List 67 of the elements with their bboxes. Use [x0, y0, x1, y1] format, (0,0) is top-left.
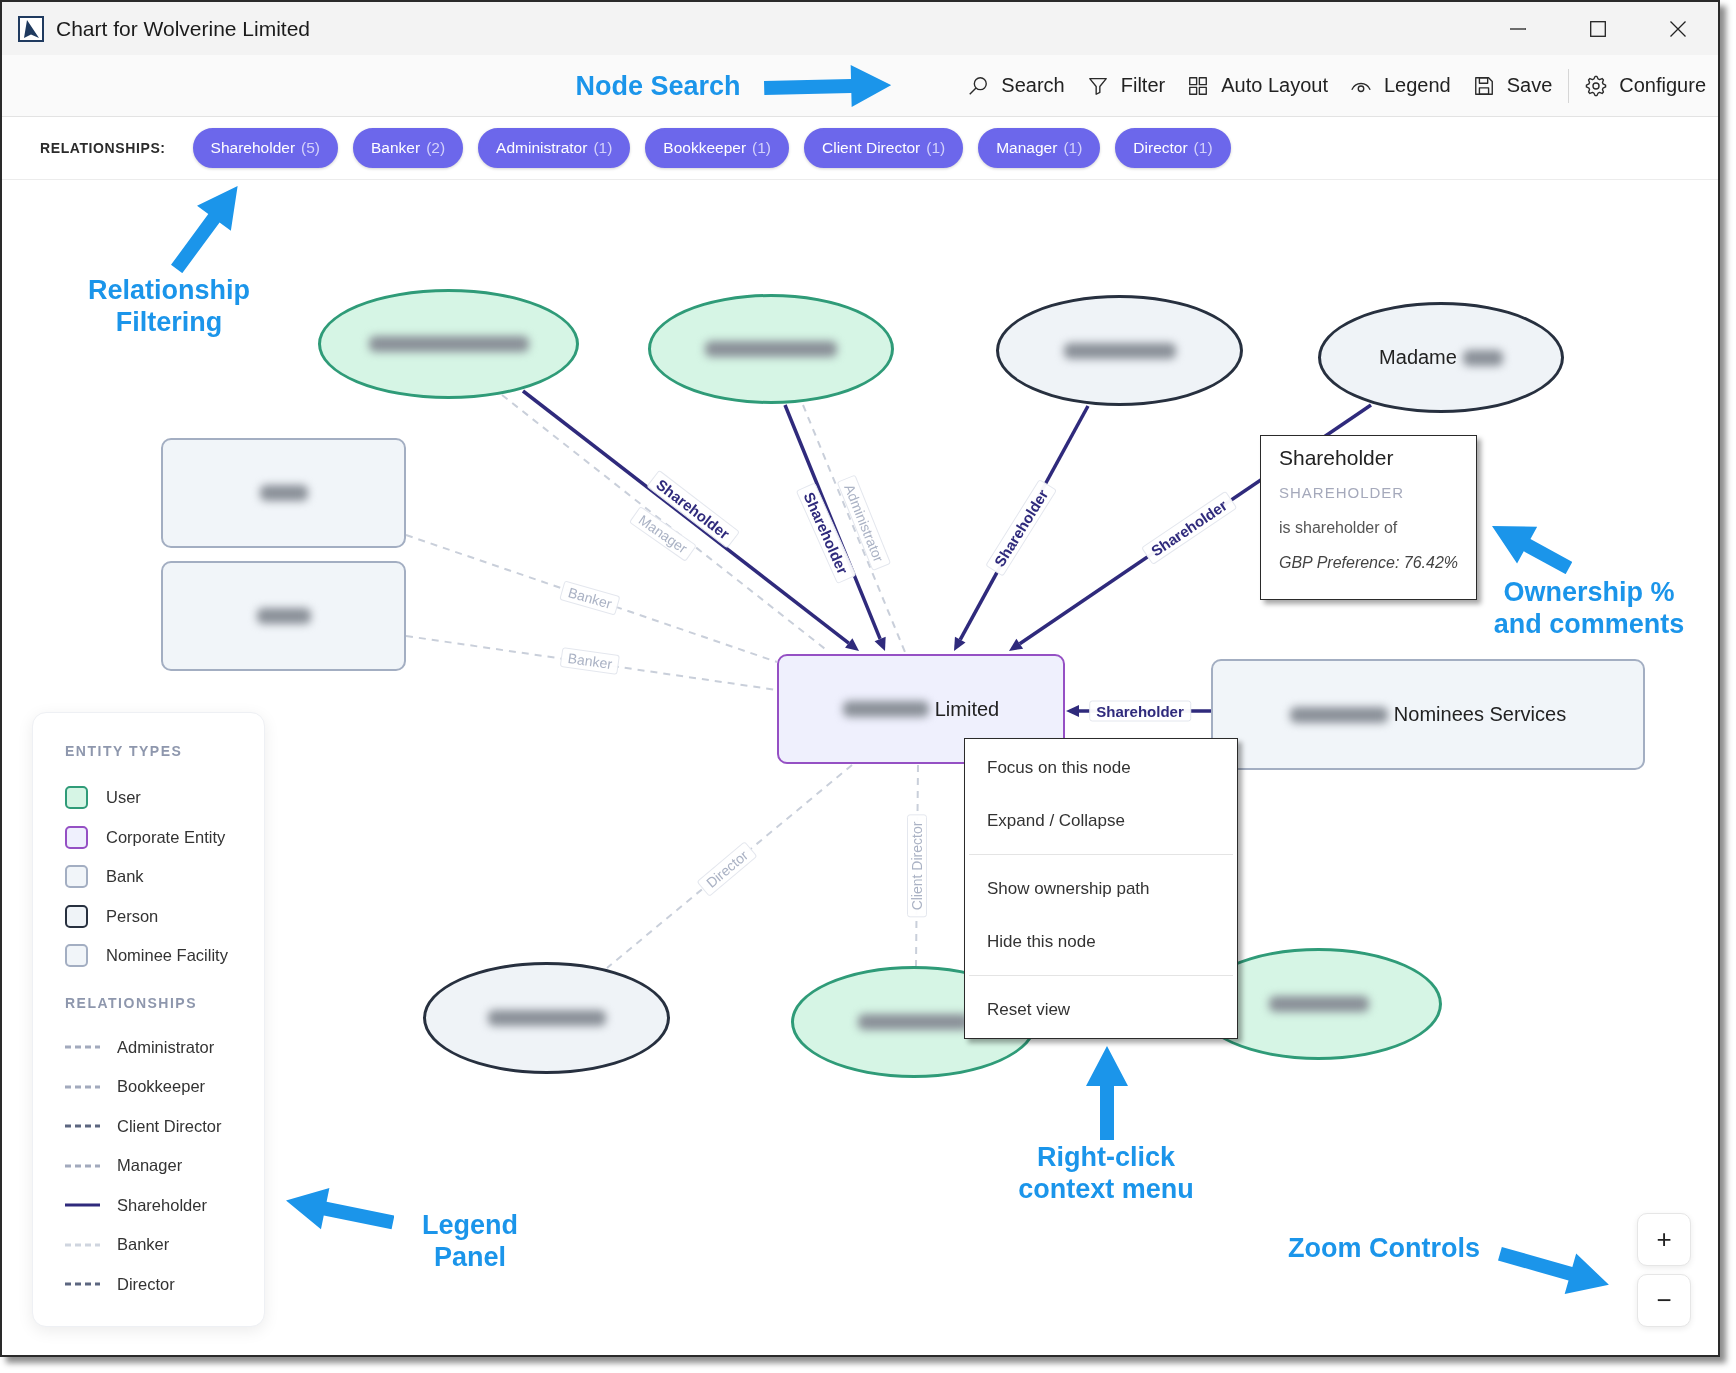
- tooltip-title: Shareholder: [1279, 446, 1395, 470]
- minimize-icon: [1510, 27, 1526, 30]
- filter-chip[interactable]: Administrator (1): [478, 128, 631, 168]
- maximize-icon: [1590, 20, 1606, 37]
- legend-label: Bank: [106, 867, 144, 887]
- bank-node[interactable]: [161, 561, 406, 671]
- save-icon: [1472, 74, 1495, 97]
- tooltip-type: SHAREHOLDER: [1279, 483, 1406, 503]
- callout-label: Relationship Filtering: [88, 274, 250, 338]
- grid-icon: [1187, 74, 1210, 97]
- legend-label: Client Director: [117, 1116, 222, 1136]
- legend-label: Administrator: [117, 1037, 215, 1057]
- legend-label: Bookkeeper: [117, 1077, 206, 1097]
- callout-label: Right-click context menu: [1018, 1141, 1194, 1205]
- zoom-out-button[interactable]: −: [1637, 1274, 1691, 1327]
- edge-label: Client Director: [907, 814, 927, 918]
- legend-label: Banker: [117, 1235, 170, 1255]
- node-label: Madame: [1379, 346, 1457, 369]
- bank-node[interactable]: [161, 438, 406, 548]
- blurred-text: [259, 485, 308, 501]
- filter-chip[interactable]: Manager (1): [978, 128, 1101, 168]
- tooltip-description: is shareholder of: [1279, 518, 1399, 538]
- close-icon: [1670, 20, 1686, 37]
- callout-label: Node Search: [575, 70, 741, 102]
- search-button[interactable]: Search: [967, 74, 1065, 97]
- node-label: Nominees Services: [1393, 703, 1567, 726]
- legend-button[interactable]: Legend: [1349, 74, 1451, 97]
- legend-label: Manager: [117, 1156, 183, 1176]
- blurred-text: [1462, 349, 1503, 366]
- edge-label: Banker: [559, 647, 621, 675]
- callout-label: Zoom Controls: [1288, 1232, 1480, 1264]
- legend-label: Shareholder: [117, 1195, 207, 1215]
- settings-icon: [1585, 74, 1608, 97]
- layout-button[interactable]: Auto Layout: [1187, 74, 1328, 97]
- filter-button[interactable]: Filter: [1086, 74, 1166, 97]
- filter-chip[interactable]: Client Director (1): [804, 128, 964, 168]
- filter-chip[interactable]: Banker (2): [353, 128, 464, 168]
- zoom-in-button[interactable]: +: [1637, 1213, 1691, 1266]
- edge-label: Banker: [559, 580, 621, 616]
- menu-item[interactable]: Expand / Collapse: [965, 794, 1237, 847]
- legend-label: Corporate Entity: [106, 827, 226, 847]
- search-icon: [967, 74, 990, 97]
- configure-button[interactable]: Configure: [1585, 74, 1706, 97]
- legend-label: Nominee Facility: [106, 946, 228, 966]
- callout-label: Legend Panel: [422, 1209, 518, 1273]
- legend-label: User: [106, 788, 141, 808]
- window-title: Chart for Wolverine Limited: [56, 16, 311, 41]
- tooltip-note: GBP Preference: 76.42%: [1279, 553, 1459, 573]
- legend-label: Person: [106, 906, 159, 926]
- person-node[interactable]: Madame: [1318, 302, 1564, 413]
- legend-heading: ENTITY TYPES: [65, 742, 184, 760]
- nominee-node[interactable]: Nominees Services: [1211, 659, 1645, 770]
- filter-bar-label: RELATIONSHIPS:: [40, 140, 166, 156]
- edge-label: Shareholder: [1089, 700, 1191, 722]
- save-button[interactable]: Save: [1472, 74, 1553, 97]
- menu-item[interactable]: Reset view: [965, 983, 1237, 1036]
- callout-label: Ownership % and comments: [1493, 576, 1685, 640]
- logo-icon: [18, 15, 44, 42]
- blurred-text: [256, 608, 311, 624]
- filter-chip[interactable]: Director (1): [1115, 128, 1231, 168]
- menu-item[interactable]: Hide this node: [965, 915, 1237, 968]
- menu-item[interactable]: Show ownership path: [965, 862, 1237, 915]
- filter-chip[interactable]: Bookkeeper (1): [645, 128, 790, 168]
- legend-label: Director: [117, 1274, 175, 1294]
- legend-heading: RELATIONSHIPS: [65, 993, 199, 1012]
- node-label: Limited: [934, 697, 1000, 721]
- filter-chip[interactable]: Shareholder (5): [192, 128, 338, 168]
